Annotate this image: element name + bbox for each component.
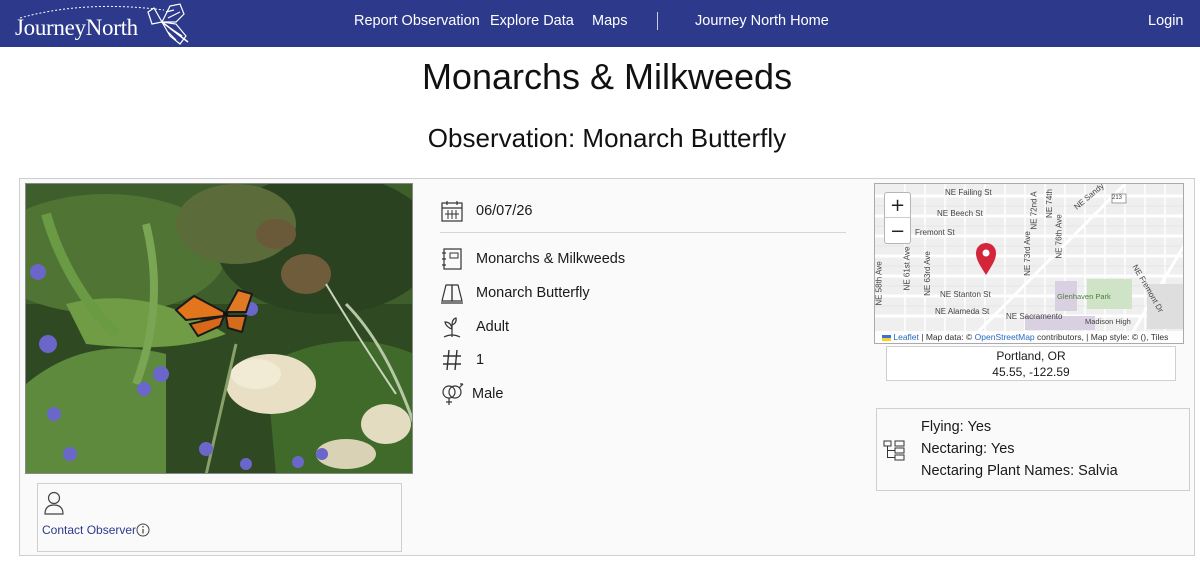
observation-species: Monarch Butterfly xyxy=(476,285,590,301)
openstreetmap-link[interactable]: OpenStreetMap xyxy=(975,332,1035,342)
detail-sex: Male xyxy=(440,382,840,408)
observation-date: 06/07/26 xyxy=(476,203,533,219)
nav-explore-data[interactable]: Explore Data xyxy=(490,13,574,29)
field-guide-icon xyxy=(441,284,463,304)
hash-icon xyxy=(443,349,461,371)
location-box: Portland, OR 45.55, -122.59 xyxy=(886,346,1176,381)
map-street-label: NE Failing St xyxy=(945,188,992,197)
observation-life-stage: Adult xyxy=(476,319,510,335)
date-divider xyxy=(440,232,846,233)
zoom-in-button[interactable]: + xyxy=(885,193,910,218)
attribute-flying: Flying: Yes xyxy=(921,419,992,435)
location-map[interactable]: NE Failing St NE Beech St Fremont St NE … xyxy=(874,183,1184,344)
contact-observer-box: Contact Observer xyxy=(37,483,402,552)
nav-maps[interactable]: Maps xyxy=(592,13,627,29)
map-street-label: NE Stanton St xyxy=(940,290,991,299)
sprout-icon xyxy=(443,317,461,338)
map-street-label: NE 73rd Ave xyxy=(1022,231,1032,276)
detail-date: 06/07/26 xyxy=(440,199,840,225)
user-icon xyxy=(44,491,64,515)
map-zoom-control: + − xyxy=(884,192,911,244)
notebook-icon xyxy=(442,248,462,270)
info-icon[interactable] xyxy=(136,523,150,537)
nav-divider xyxy=(657,12,658,30)
logo-text: JourneyNorth xyxy=(15,15,138,40)
observation-project: Monarchs & Milkweeds xyxy=(476,251,626,267)
map-school-label: Madison High xyxy=(1085,317,1131,326)
detail-count: 1 xyxy=(440,348,840,374)
location-coords: 45.55, -122.59 xyxy=(992,365,1070,379)
map-street-label: NE 74th xyxy=(1044,189,1054,218)
top-navbar: JourneyNorth Report Observation Explore … xyxy=(0,0,1200,47)
map-attribution: Leaflet | Map data: © OpenStreetMap cont… xyxy=(875,331,1183,343)
map-route-label: 213 xyxy=(1112,195,1123,201)
ukraine-flag-icon xyxy=(882,334,891,341)
leaflet-link[interactable]: Leaflet xyxy=(893,332,919,342)
observation-title: Observation: Monarch Butterfly xyxy=(427,123,787,153)
contact-observer-link[interactable]: Contact Observer xyxy=(42,523,136,537)
attribution-rest: contributors, | Map style: © (), Tiles xyxy=(1037,332,1169,342)
map-park-label: Glenhaven Park xyxy=(1057,292,1111,301)
map-street-label: NE 76th Ave xyxy=(1054,214,1064,259)
map-street-label: NE 72nd A xyxy=(1029,191,1039,230)
observation-card: Contact Observer 06/07/26 Monarchs & Mil… xyxy=(19,178,1195,556)
map-street-label: Fremont St xyxy=(915,228,955,237)
hierarchy-list-icon xyxy=(883,440,905,461)
observation-count: 1 xyxy=(476,352,485,368)
map-marker-icon[interactable] xyxy=(975,242,997,276)
detail-life-stage: Adult xyxy=(440,315,840,341)
map-street-label: NE 58th Ave xyxy=(874,261,884,306)
observation-sex: Male xyxy=(472,386,504,402)
attribute-nectaring-plants: Nectaring Plant Names: Salvia xyxy=(921,463,1118,479)
journey-north-logo[interactable]: JourneyNorth xyxy=(14,2,194,45)
map-street-label: NE 63rd Ave xyxy=(922,251,932,296)
detail-project: Monarchs & Milkweeds xyxy=(440,247,840,273)
location-place: Portland, OR xyxy=(996,349,1066,363)
login-link[interactable]: Login xyxy=(1148,13,1183,29)
gender-icon xyxy=(442,383,464,405)
map-street-label: NE Sacramento xyxy=(1006,312,1063,321)
observation-photo[interactable] xyxy=(25,183,413,474)
page-title: Monarchs & Milkweeds xyxy=(421,56,793,97)
detail-species: Monarch Butterfly xyxy=(440,281,840,307)
monarch-photo-image xyxy=(26,184,412,473)
nav-journey-north-home[interactable]: Journey North Home xyxy=(695,13,829,29)
attribution-text: | Map data: © xyxy=(921,332,973,342)
attributes-box: Flying: Yes Nectaring: Yes Nectaring Pla… xyxy=(876,408,1190,491)
zoom-out-button[interactable]: − xyxy=(885,219,910,244)
calendar-icon xyxy=(441,201,463,222)
map-street-label: NE Alameda St xyxy=(935,307,990,316)
map-street-label: NE 61st Ave xyxy=(902,246,912,291)
map-street-label: NE Beech St xyxy=(937,209,983,218)
nav-report-observation[interactable]: Report Observation xyxy=(354,13,480,29)
attribute-nectaring: Nectaring: Yes xyxy=(921,441,1015,457)
